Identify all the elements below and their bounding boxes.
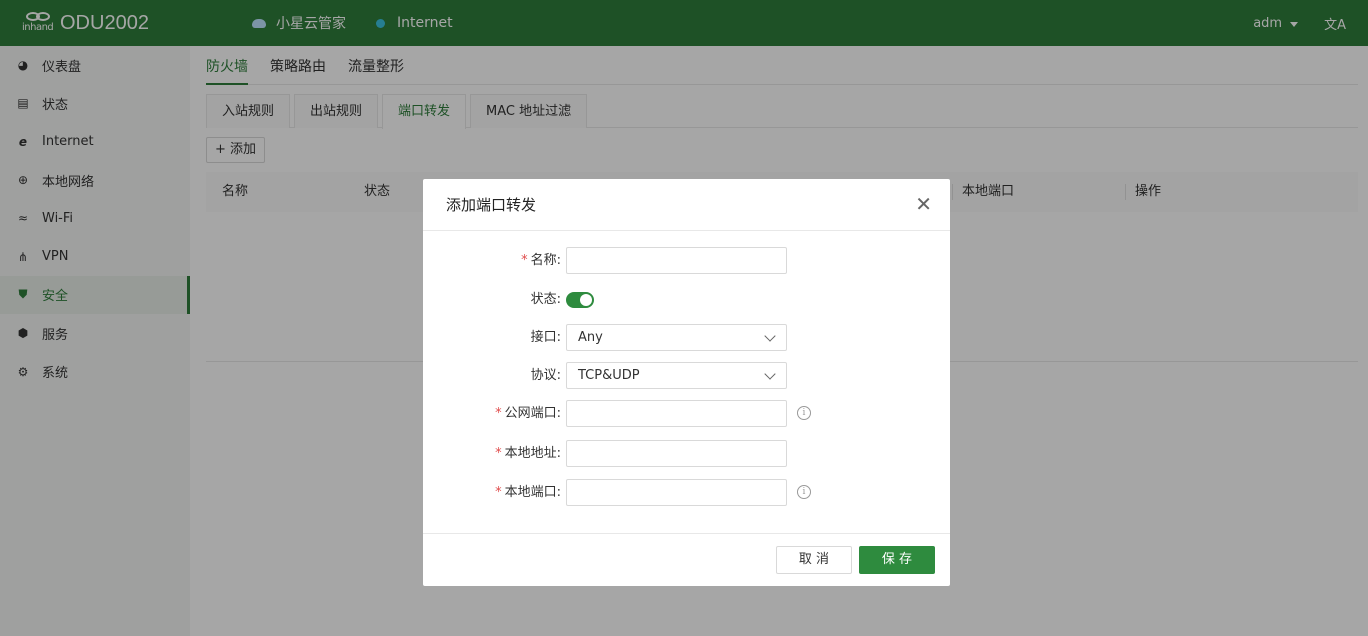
name-label: * 名称:	[521, 253, 561, 268]
add-port-forward-dialog: 添加端口转发 ✕ * 名称: 状态: 接口: Any 协议: TCP&UDP * 公…	[423, 179, 950, 586]
chevron-down-icon	[764, 368, 776, 380]
required-mark: *	[495, 485, 502, 500]
name-input[interactable]	[566, 247, 787, 274]
public-port-label: * 公网端口:	[495, 406, 561, 421]
local-address-row: * 本地地址:	[423, 440, 950, 467]
save-button[interactable]: 保 存	[859, 546, 935, 574]
interface-row: 接口: Any	[423, 324, 950, 351]
status-label: 状态:	[530, 292, 561, 307]
protocol-label: 协议:	[530, 368, 561, 383]
dialog-header: 添加端口转发	[423, 179, 950, 231]
dialog-title: 添加端口转发	[446, 196, 537, 214]
toggle-knob	[580, 294, 592, 306]
public-port-input[interactable]	[566, 400, 787, 427]
local-port-row: * 本地端口: i	[423, 479, 950, 506]
info-icon[interactable]: i	[797, 406, 811, 420]
protocol-row: 协议: TCP&UDP	[423, 362, 950, 389]
status-toggle[interactable]	[566, 292, 594, 308]
interface-value: Any	[578, 330, 603, 345]
info-icon[interactable]: i	[797, 485, 811, 499]
local-address-input[interactable]	[566, 440, 787, 467]
interface-label: 接口:	[530, 330, 561, 345]
cancel-button[interactable]: 取 消	[776, 546, 852, 574]
required-mark: *	[495, 446, 502, 461]
protocol-value: TCP&UDP	[578, 368, 640, 383]
public-port-row: * 公网端口: i	[423, 400, 950, 427]
local-address-label: * 本地地址:	[495, 446, 561, 461]
name-row: * 名称:	[423, 247, 950, 274]
close-icon[interactable]: ✕	[915, 194, 932, 214]
required-mark: *	[521, 253, 528, 268]
dialog-footer: 取 消 保 存	[423, 533, 950, 586]
local-port-label: * 本地端口:	[495, 485, 561, 500]
status-row: 状态:	[423, 286, 950, 313]
chevron-down-icon	[764, 330, 776, 342]
protocol-select[interactable]: TCP&UDP	[566, 362, 787, 389]
local-port-input[interactable]	[566, 479, 787, 506]
interface-select[interactable]: Any	[566, 324, 787, 351]
required-mark: *	[495, 406, 502, 421]
